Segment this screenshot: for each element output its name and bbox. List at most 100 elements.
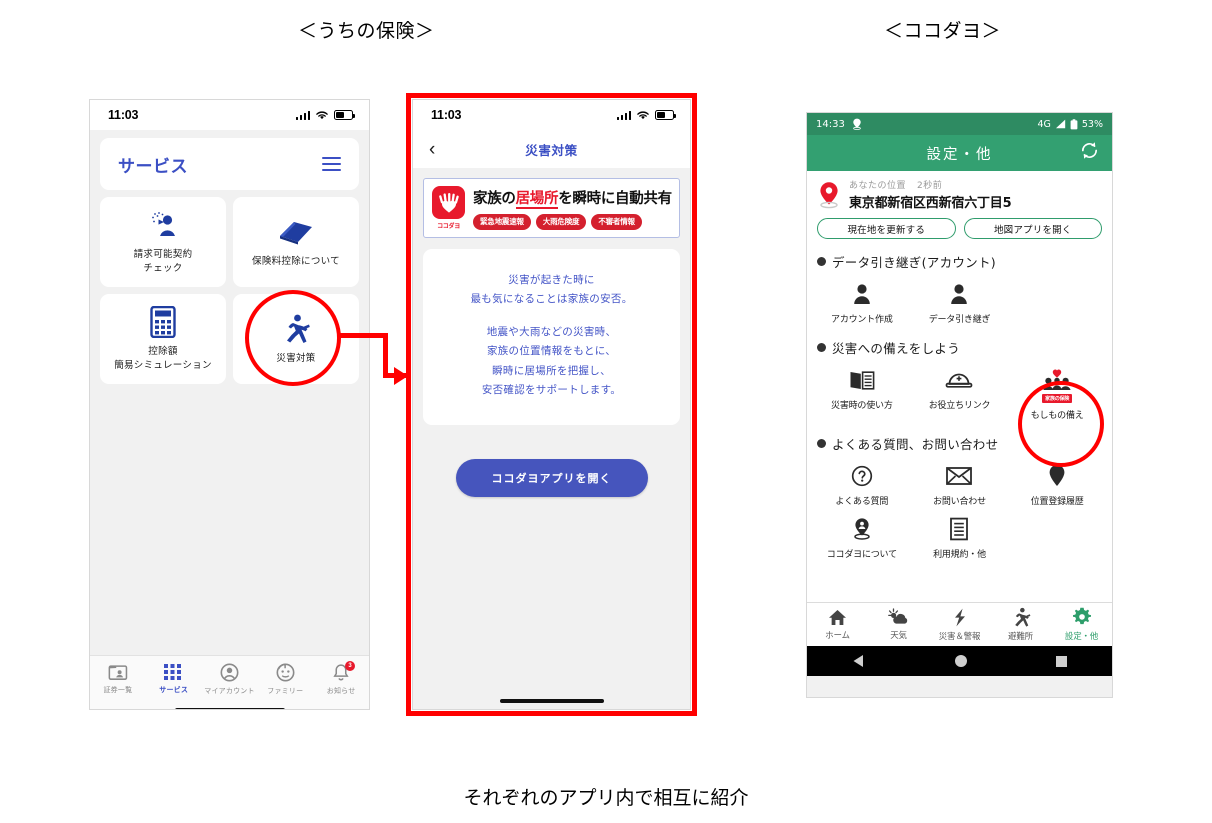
tag: 緊急地震速報 (473, 213, 531, 230)
grid-icon (164, 664, 182, 680)
gear-icon (1072, 607, 1091, 625)
phone1-tab-bar: 証券一覧 サービス マイアカウント ファミリー 3 お知らせ (90, 655, 369, 709)
item-contact[interactable]: お問い合わせ (911, 458, 1009, 511)
location-status-icon (853, 118, 861, 130)
item-how-to-use[interactable]: 災害時の使い方 (813, 362, 911, 425)
headline-emphasis: 居場所 (515, 190, 559, 209)
grid-spacer (1008, 511, 1106, 564)
tile-label: 請求可能契約 チェック (133, 249, 193, 274)
home-indicator (174, 708, 285, 709)
status-time: 11:03 (431, 108, 462, 122)
section-header-disaster-prep: 災害への備えをしよう (807, 331, 1112, 359)
home-circle-icon[interactable] (954, 654, 968, 668)
page-title: 災害対策 (525, 142, 578, 158)
tab-family[interactable]: ファミリー (257, 663, 313, 696)
envelope-icon (946, 463, 973, 489)
section-title: よくある質問、お問い合わせ (832, 437, 999, 452)
tab-label: ホーム (825, 630, 850, 641)
tab-shelter[interactable]: 避難所 (990, 607, 1051, 642)
update-location-button[interactable]: 現在地を更新する (817, 218, 956, 239)
item-data-transfer[interactable]: データ引き継ぎ (911, 276, 1009, 329)
map-pin-icon (1048, 463, 1066, 489)
page-title: 設定・他 (926, 146, 993, 163)
item-about-kokodayo[interactable]: ココダヨについて (813, 511, 911, 564)
location-time-ago: 2秒前 (917, 181, 943, 191)
android-app-bar: 設定・他 (807, 135, 1112, 171)
back-triangle-icon[interactable] (851, 653, 867, 669)
tab-home[interactable]: ホーム (807, 609, 868, 641)
service-header: サービス (100, 138, 359, 190)
item-label: よくある質問 (835, 497, 889, 507)
calculator-icon (150, 305, 176, 339)
refresh-icon[interactable] (1079, 140, 1100, 166)
arrow-head-icon (394, 366, 408, 385)
item-label: もしもの備え (1030, 411, 1084, 421)
running-person-icon (280, 312, 312, 346)
running-person-icon (1014, 607, 1030, 627)
tab-label: 避難所 (1008, 632, 1033, 642)
book-icon (276, 215, 316, 249)
ios-status-bar: 11:03 (90, 100, 369, 130)
tile-disaster-measures[interactable]: 災害対策 (233, 294, 359, 384)
tab-notifications[interactable]: 3 お知らせ (313, 661, 369, 696)
phone3-body: あなたの位置 2秒前 東京都新宿区西新宿六丁目5 現在地を更新する 地図アプリを開… (807, 171, 1112, 646)
network-label: 4G (1037, 118, 1051, 130)
caption-left: ＜うちの保険＞ (298, 20, 435, 42)
hamburger-menu-icon[interactable] (322, 157, 341, 171)
location-panel: あなたの位置 2秒前 東京都新宿区西新宿六丁目5 現在地を更新する 地図アプリを開… (807, 171, 1112, 245)
phone2-body: ココダヨ 家族の居場所を瞬時に自動共有 緊急地震速報 大雨危険度 不審者情報 災… (413, 168, 690, 709)
section-header-faq: よくある質問、お問い合わせ (807, 427, 1112, 455)
open-kokodayo-app-button[interactable]: ココダヨアプリを開く (455, 458, 648, 497)
tile-label: 災害対策 (276, 353, 316, 365)
kokodayo-hand-heart-icon (432, 186, 465, 219)
caption-bottom: それぞれのアプリ内で相互に紹介 (463, 787, 749, 809)
tab-label: お知らせ (326, 687, 356, 695)
recents-square-icon[interactable] (1055, 655, 1068, 668)
item-just-in-case[interactable]: 家族の保険 もしもの備え (1008, 362, 1106, 425)
person-icon (949, 281, 969, 307)
item-create-account[interactable]: アカウント作成 (813, 276, 911, 329)
phone-uchinohoken: 11:03 サービス 請求可能契約 チェック 保険料控除について 控除額 簡易シ… (89, 99, 370, 710)
phone-disaster-page: 11:03 ‹ 災害対策 ココダヨ 家族の居場所を瞬時に自動共有 緊急地震速報 … (412, 99, 691, 710)
status-time: 11:03 (108, 108, 139, 122)
tile-claim-check[interactable]: 請求可能契約 チェック (100, 197, 226, 287)
person-icon (852, 281, 872, 307)
battery-icon (334, 110, 355, 120)
tab-my-account[interactable]: マイアカウント (202, 663, 258, 696)
section-title: データ引き継ぎ(アカウント) (832, 255, 996, 270)
caption-right: ＜ココダヨ＞ (884, 20, 1002, 42)
section-header-data-transfer: データ引き継ぎ(アカウント) (807, 245, 1112, 273)
tab-policy-list[interactable]: 証券一覧 (90, 663, 146, 695)
kokodayo-banner[interactable]: ココダヨ 家族の居場所を瞬時に自動共有 緊急地震速報 大雨危険度 不審者情報 (423, 178, 680, 238)
banner-content: 家族の居場所を瞬時に自動共有 緊急地震速報 大雨危険度 不審者情報 (473, 187, 672, 230)
tile-deduction-simulation[interactable]: 控除額 簡易シミュレーション (100, 294, 226, 384)
tile-label: 保険料控除について (252, 256, 340, 268)
open-map-app-button[interactable]: 地図アプリを開く (963, 218, 1102, 239)
account-icon (220, 663, 239, 682)
tile-premium-deduction[interactable]: 保険料控除について (233, 197, 359, 287)
signal-bars-icon (616, 110, 631, 120)
tab-disaster-alert[interactable]: 災害＆警報 (929, 608, 990, 642)
policy-list-icon (108, 665, 128, 680)
signal-triangle-icon (1055, 119, 1066, 129)
phone-kokodayo-app: 14:33 4G 53% 設定・他 あなたの位置 2秒前 東京都新宿区西新宿六丁… (806, 112, 1113, 698)
desc-line: 家族の位置情報をもとに、 (486, 345, 617, 358)
tab-weather[interactable]: 天気 (868, 608, 929, 641)
tab-label: 設定・他 (1064, 632, 1099, 642)
desc-line: 災害が起きた時に (508, 274, 595, 286)
item-faq[interactable]: よくある質問 (813, 458, 911, 511)
tab-services[interactable]: サービス (146, 663, 202, 695)
item-useful-links[interactable]: お役立ちリンク (911, 362, 1009, 425)
wifi-icon (637, 111, 649, 119)
item-terms[interactable]: 利用規約・他 (911, 511, 1009, 564)
phone3-tab-bar: ホーム 天気 災害＆警報 避難所 設定・他 (807, 602, 1112, 646)
item-label: データ引き継ぎ (928, 315, 991, 325)
location-text: あなたの位置 2秒前 東京都新宿区西新宿六丁目5 (849, 178, 1012, 211)
home-indicator (499, 698, 604, 703)
tab-settings[interactable]: 設定・他 (1051, 607, 1112, 642)
item-location-history[interactable]: 位置登録履歴 (1008, 458, 1106, 511)
headline-pre: 家族の (473, 190, 516, 207)
bullet-icon (817, 439, 826, 448)
page-title: サービス (118, 156, 188, 176)
